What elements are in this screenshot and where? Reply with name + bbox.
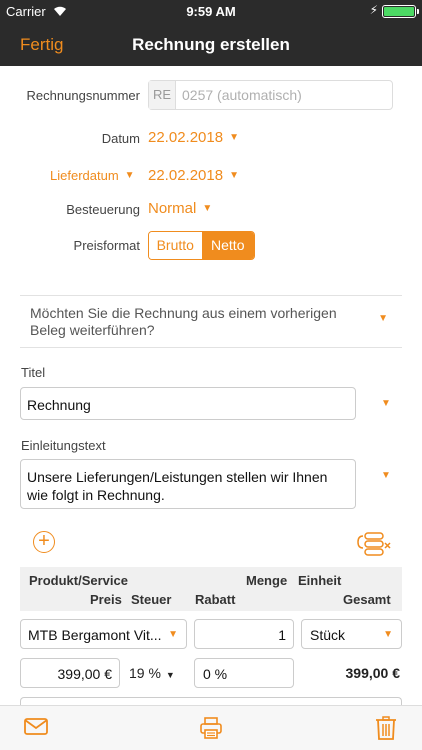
row-total: 399,00 € <box>345 665 401 681</box>
chevron-down-icon: ▼ <box>229 132 239 143</box>
chevron-down-icon[interactable]: ▼ <box>378 313 388 324</box>
taxation-value: Normal <box>148 200 197 217</box>
invoice-number-label: Rechnungsnummer <box>26 88 140 103</box>
price-format-toggle[interactable]: Brutto Netto <box>148 231 255 260</box>
chevron-down-icon[interactable]: ▼ <box>381 398 391 409</box>
date-value: 22.02.2018 <box>148 129 224 146</box>
discount-input[interactable]: 0 % <box>194 658 294 688</box>
printer-icon[interactable] <box>199 716 223 745</box>
clock: 9:59 AM <box>186 4 236 19</box>
header-tax: Steuer <box>131 592 172 607</box>
title-input[interactable]: Rechnung <box>20 387 356 420</box>
header-total: Gesamt <box>343 592 391 607</box>
bottom-toolbar <box>0 705 422 750</box>
quantity-input[interactable]: 1 <box>194 619 294 649</box>
date-dropdown[interactable]: 22.02.2018 ▼ <box>148 129 239 146</box>
netto-option[interactable]: Netto <box>201 232 254 259</box>
invoice-prefix: RE <box>149 81 176 109</box>
status-bar: Carrier 9:59 AM ⚡ <box>0 0 422 22</box>
header-discount: Rabatt <box>195 592 236 607</box>
price-input[interactable]: 399,00 € <box>20 658 120 688</box>
title-label: Titel <box>21 365 46 380</box>
mail-icon[interactable] <box>24 716 48 741</box>
header-quantity: Menge <box>246 573 288 588</box>
quantity-value: 1 <box>278 627 286 643</box>
battery-icon <box>382 5 419 18</box>
product-select[interactable]: MTB Bergamont Vit... ▼ <box>20 619 187 649</box>
brutto-option[interactable]: Brutto <box>149 232 202 259</box>
header-product: Produkt/Service <box>29 573 128 588</box>
delivery-date-dropdown[interactable]: 22.02.2018 ▼ <box>148 167 239 184</box>
chevron-down-icon[interactable]: ▼ <box>381 470 391 481</box>
page-title: Rechnung erstellen <box>132 35 290 54</box>
intro-text-input[interactable]: Unsere Lieferungen/Leistungen stellen wi… <box>20 459 356 509</box>
price-value: 399,00 € <box>57 666 113 682</box>
invoice-number-placeholder: 0257 (automatisch) <box>182 87 302 103</box>
chevron-down-icon: ▼ <box>383 629 393 640</box>
unit-select[interactable]: Stück ▼ <box>301 619 402 649</box>
header-unit: Einheit <box>298 573 342 588</box>
date-label: Datum <box>101 131 140 146</box>
intro-text-label: Einleitungstext <box>21 438 106 453</box>
header-price: Preis <box>90 592 122 607</box>
delivery-date-value: 22.02.2018 <box>148 167 224 184</box>
reorder-icon[interactable] <box>357 530 393 556</box>
divider <box>20 295 402 296</box>
table-header: Produkt/Service Menge Einheit Preis Steu… <box>20 567 402 611</box>
divider <box>20 347 402 348</box>
unit-value: Stück <box>310 627 346 643</box>
delivery-date-type-dropdown[interactable]: Lieferdatum ▼ <box>50 168 135 183</box>
navigation-bar: Fertig Rechnung erstellen <box>0 22 422 66</box>
taxation-dropdown[interactable]: Normal ▼ <box>148 200 212 217</box>
chevron-down-icon: ▼ <box>124 170 135 181</box>
invoice-number-field[interactable]: RE 0257 (automatisch) <box>148 80 393 110</box>
chevron-down-icon: ▼ <box>229 170 239 181</box>
chevron-down-icon: ▼ <box>168 629 178 640</box>
delivery-date-label: Lieferdatum <box>50 168 119 183</box>
tax-dropdown[interactable]: 19 % ▼ <box>129 665 175 681</box>
product-value: MTB Bergamont Vit... <box>28 627 162 643</box>
taxation-label: Besteuerung <box>66 202 140 217</box>
chevron-down-icon: ▼ <box>165 670 175 680</box>
chevron-down-icon: ▼ <box>202 203 213 214</box>
price-format-label: Preisformat <box>73 238 140 253</box>
charging-icon: ⚡ <box>369 3 378 17</box>
add-icon[interactable]: + <box>33 531 55 553</box>
trash-icon[interactable] <box>375 716 397 745</box>
discount-value: 0 % <box>203 666 228 682</box>
continue-from-document-prompt[interactable]: Möchten Sie die Rechnung aus einem vorhe… <box>30 305 360 339</box>
tax-value: 19 % <box>129 665 161 681</box>
